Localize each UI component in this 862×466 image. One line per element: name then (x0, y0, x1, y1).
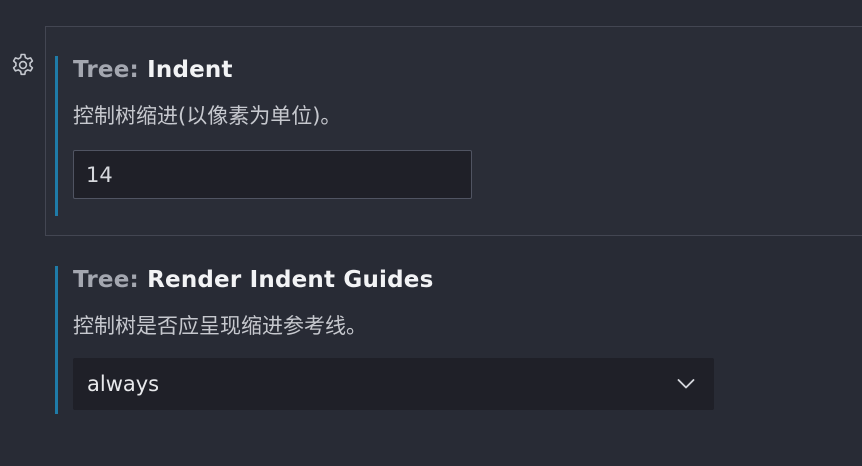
gear-icon[interactable] (9, 51, 37, 79)
setting-name: Render Indent Guides (147, 267, 434, 293)
dropdown-selected-value: always (87, 372, 160, 396)
setting-title: Tree: Indent (73, 56, 472, 84)
setting-name: Indent (147, 57, 233, 83)
indent-input[interactable] (73, 150, 472, 199)
setting-tree-render-indent-guides: Tree: Render Indent Guides 控制树是否应呈现缩进参考线… (55, 266, 714, 414)
chevron-down-icon (676, 374, 696, 394)
setting-tree-indent: Tree: Indent 控制树缩进(以像素为单位)。 (55, 56, 472, 216)
setting-category: Tree: (73, 57, 148, 83)
setting-title: Tree: Render Indent Guides (73, 266, 714, 294)
settings-editor: Tree: Indent 控制树缩进(以像素为单位)。 Tree: Render… (0, 0, 862, 466)
render-indent-guides-dropdown[interactable]: always (73, 358, 714, 410)
setting-category: Tree: (73, 267, 148, 293)
setting-description: 控制树是否应呈现缩进参考线。 (73, 314, 367, 338)
setting-description: 控制树缩进(以像素为单位)。 (73, 104, 342, 128)
